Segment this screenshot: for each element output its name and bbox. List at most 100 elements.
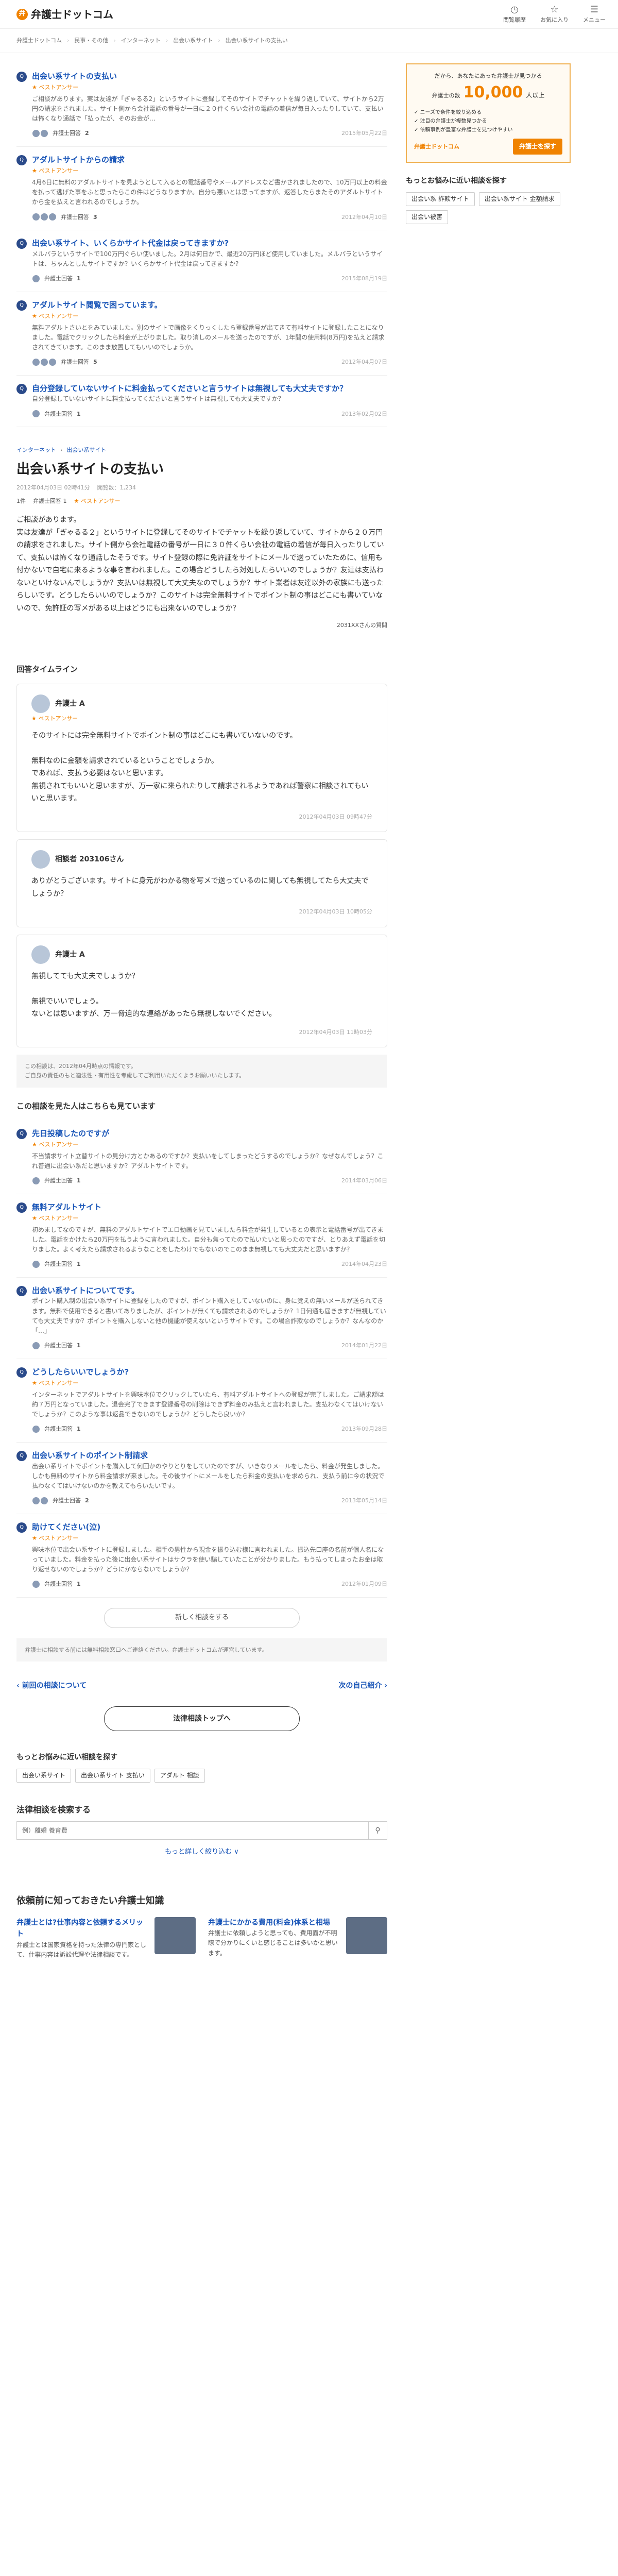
header-nav-label: メニュー [583,16,606,23]
list-item[interactable]: Q 出会い系サイトのポイント制請求 出会い系サイトでポイントを購入して何回かのやりと… [16,1443,387,1514]
list-item-title[interactable]: アダルトサイトからの請求 [32,154,387,166]
answerer-name: 相談者 203106さん [55,855,124,864]
list-item-date: 2015年05月22日 [341,130,387,137]
list-item[interactable]: Q 先日投稿したのですが ★ ベストアンサー 不当請求サイト立替サイトの見分け方とかあ… [16,1121,387,1194]
list-item[interactable]: Q 出会い系サイトについてです。 ポイント購入制の出会い系サイトに登録をしたのですが… [16,1278,387,1359]
prev-link[interactable]: ‹ 前回の相談について [16,1680,87,1691]
new-consult-button[interactable]: 新しく相談をする [104,1607,300,1628]
knowledge-card-title[interactable]: 弁護士とは?仕事内容と依頼するメリット [16,1917,149,1940]
knowledge-card[interactable]: 弁護士にかかる費用(料金)体系と相場 弁護士に依頼しようと思っても、費用面が不明瞭… [208,1917,387,1960]
list-item-meta: 弁護士回答 2 2013年05月14日 [32,1496,387,1505]
list-item[interactable]: Q 助けてください(泣) ★ ベストアンサー 興味本位で出会い系サイトに登録しました。… [16,1514,387,1598]
list-item-title[interactable]: どうしたらいいでしょうか? [32,1366,387,1378]
list-item-title[interactable]: 助けてください(泣) [32,1521,387,1533]
list-item-meta: 弁護士回答 1 2012年01月09日 [32,1580,387,1589]
tag-chip[interactable]: 出会い系サイト 支払い [75,1768,150,1783]
list-item[interactable]: Q 出会い系サイト、いくらかサイト代金は戻ってきますか? メルパラというサイトで10… [16,230,387,292]
avatar [32,129,40,138]
list-item-excerpt: ポイント購入制の出会い系サイトに登録をしたのですが、ポイント購入をしていないのに… [32,1297,386,1334]
search-input[interactable] [17,1822,368,1840]
avatar [48,213,57,222]
avatar-group [32,1341,40,1350]
avatar [31,694,50,714]
list-item[interactable]: Q アダルトサイトからの請求 ★ ベストアンサー 4月6日に無料のアダルトサイトを見よ… [16,147,387,231]
breadcrumb-item[interactable]: インターネット [121,36,161,45]
list-item-date: 2015年08月19日 [341,275,387,282]
lawyer-answer-count: 1 [77,275,81,282]
ad-point: ✓ 注目の弁護士が複数見つかる [414,118,487,125]
avatar [32,1425,40,1434]
list-item[interactable]: Q 出会い系サイトの支払い ★ ベストアンサー ご相談があります。実は友達が「ぎゃるる… [16,63,387,147]
breadcrumb-separator: › [113,37,116,44]
knowledge-grid: 弁護士とは?仕事内容と依頼するメリット 弁護士とは国家資格を持った法律の専門家とし… [16,1917,387,1960]
avatar-group [32,410,40,418]
list-item-title[interactable]: アダルトサイト閲覧で困っています。 [32,299,387,311]
category-link[interactable]: 出会い系サイト [66,446,106,455]
lawyer-answer-label: 弁護士回答 [44,1426,73,1433]
question-icon: Q [16,383,27,394]
ad-banner[interactable]: だから、あなたにあった弁護士が見つかる 弁護士の数 10,000 人以上 ✓ ニ… [406,63,571,163]
ad-label: 弁護士の数 [432,92,460,99]
list-item-meta: 弁護士回答 1 2015年08月19日 [32,274,387,283]
question-meta: 2012年04月03日 02時41分 閲覧数：1,234 [16,483,387,493]
list-item-title[interactable]: 無料アダルトサイト [32,1201,387,1213]
list-item-title[interactable]: 先日投稿したのですが [32,1128,387,1140]
list-item-body: どうしたらいいでしょうか? ★ ベストアンサー インターネットでアダルトサイトを興味… [32,1366,387,1434]
avatar [31,945,50,964]
list-item-body: 出会い系サイトについてです。 ポイント購入制の出会い系サイトに登録をしたのですが、… [32,1285,387,1350]
answer-body: 無視してても大丈夫でしょうか？ 無視でいいでしょう。 ないとは思いますが、万一脅… [31,972,277,1019]
avatar-group [32,358,57,367]
site-logo[interactable]: 弁 弁護士ドットコム [16,6,113,23]
best-answer-badge: ★ ベストアンサー [32,1380,79,1387]
list-item-body: 自分登録していないサイトに料金払ってくださいと言うサイトは無視しても大丈夫ですか… [32,383,387,418]
tag-chip[interactable]: アダルト 相談 [154,1768,205,1783]
answer-date: 2012年04月03日 09時47分 [299,813,372,820]
knowledge-card-title[interactable]: 弁護士にかかる費用(料金)体系と相場 [208,1917,341,1928]
list-item-date: 2014年01月22日 [341,1342,387,1349]
list-item[interactable]: Q 自分登録していないサイトに料金払ってくださいと言うサイトは無視しても大丈夫です… [16,376,387,428]
list-item-title[interactable]: 出会い系サイトの支払い [32,71,387,82]
lawyer-answer-count: 1 [77,1581,81,1588]
knowledge-card[interactable]: 弁護士とは?仕事内容と依頼するメリット 弁護士とは国家資格を持った法律の専門家とし… [16,1917,196,1960]
avatar [31,850,50,869]
consult-top-button[interactable]: 法律相談トップへ [104,1706,300,1732]
category-link[interactable]: インターネット [16,446,56,455]
refine-link[interactable]: もっと詳しく絞り込む ∨ [16,1847,387,1858]
list-item-meta: 弁護士回答 3 2012年04月10日 [32,213,387,222]
list-item-title[interactable]: 出会い系サイトのポイント制請求 [32,1450,387,1462]
list-item-title[interactable]: 自分登録していないサイトに料金払ってくださいと言うサイトは無視しても大丈夫ですか… [32,383,387,395]
breadcrumb-item[interactable]: 出会い系サイト [173,36,213,45]
list-item[interactable]: Q 無料アダルトサイト ★ ベストアンサー 初めましてなのですが、無料のアダルトサイト… [16,1194,387,1278]
search-icon[interactable]: ⚲ [368,1822,387,1840]
posted-date: 2012年04月03日 02時41分 [16,484,90,492]
view-count: 閲覧数：1,234 [97,484,136,492]
next-link[interactable]: 次の自己紹介 › [338,1680,387,1691]
find-lawyer-button[interactable]: 弁護士を探す [512,139,562,155]
best-answer-badge: ★ ベストアンサー [74,497,121,504]
sidebar: だから、あなたにあった弁護士が見つかる 弁護士の数 10,000 人以上 ✓ ニ… [406,63,571,1960]
list-item-meta: 弁護士回答 1 2014年04月23日 [32,1260,387,1269]
answer-summary: 1件 弁護士回答 1 ★ ベストアンサー [16,497,387,506]
list-item-body: 出会い系サイトのポイント制請求 出会い系サイトでポイントを購入して何回かのやりとり… [32,1450,387,1505]
list-item[interactable]: Q どうしたらいいでしょうか? ★ ベストアンサー インターネットでアダルトサイトを興… [16,1359,387,1443]
tag-chip[interactable]: 出会い系サイト 金額請求 [478,192,560,206]
answer-body: ありがとうございます。サイトに身元がわかる物を写メで送っているのに関しても無視し… [31,877,369,898]
lawyer-answer-label: 弁護士回答 [53,1497,81,1504]
list-item-meta: 弁護士回答 2 2015年05月22日 [32,129,387,138]
list-item-title[interactable]: 出会い系サイトについてです。 [32,1285,387,1297]
avatar [32,1176,40,1185]
ad-unit: 人以上 [526,92,545,99]
breadcrumb-item[interactable]: 民事・その他 [74,36,108,45]
header-nav-item[interactable]: ☰ メニュー [583,4,606,25]
tag-chip[interactable]: 出会い系 詐欺サイト [406,192,475,206]
tag-chip[interactable]: 出会い被害 [406,210,449,225]
avatar [40,1496,48,1505]
breadcrumb-item[interactable]: 弁護士ドットコム [16,36,62,45]
question-icon: Q [16,1285,27,1296]
header-nav-item[interactable]: ◷ 閲覧履歴 [503,4,526,25]
tag-chip[interactable]: 出会い系サイト [16,1768,72,1783]
list-item-title[interactable]: 出会い系サイト、いくらかサイト代金は戻ってきますか? [32,238,387,249]
list-item[interactable]: Q アダルトサイト閲覧で困っています。 ★ ベストアンサー 無料アダルトさいとをみてい… [16,292,387,376]
header-nav-item[interactable]: ☆ お気に入り [540,4,569,25]
lawyer-answer-count: 弁護士回答 1 [33,497,67,504]
